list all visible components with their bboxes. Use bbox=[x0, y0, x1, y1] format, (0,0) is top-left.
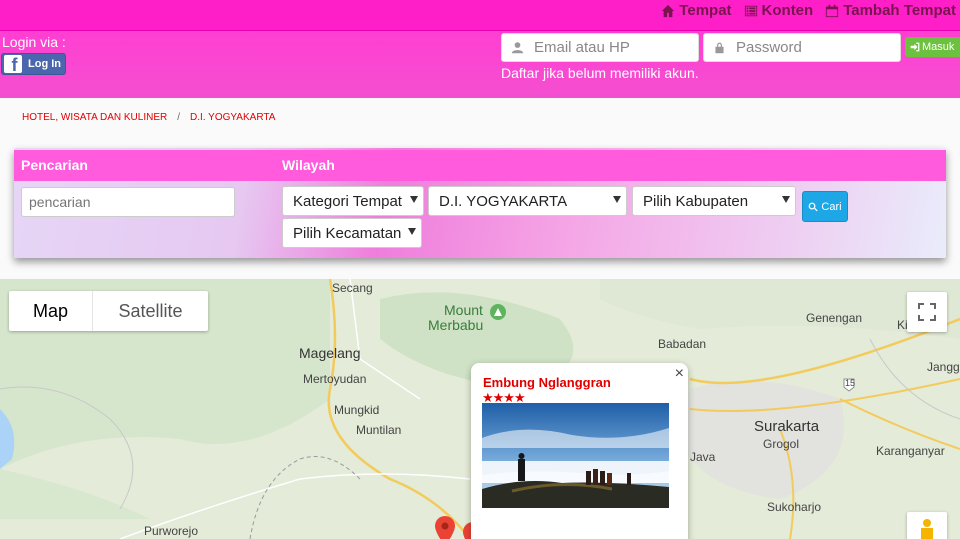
regency-select[interactable]: Pilih Kabupaten bbox=[632, 186, 796, 216]
home-icon bbox=[662, 4, 675, 17]
search-button-label: Cari bbox=[821, 200, 842, 213]
breadcrumb-item-home[interactable]: HOTEL, WISATA DAN KULINER bbox=[22, 112, 167, 123]
map-label-babadan: Babadan bbox=[658, 337, 707, 351]
lock-icon bbox=[715, 42, 724, 54]
user-icon bbox=[511, 42, 524, 54]
nav-konten-label: Konten bbox=[761, 2, 814, 19]
top-navbar: Tempat Konten Tambah Tempat bbox=[0, 0, 960, 31]
map-label-java: Java bbox=[690, 450, 716, 464]
place-photo[interactable] bbox=[482, 403, 669, 508]
dropdown-arrow-icon bbox=[613, 196, 621, 203]
fullscreen-button[interactable] bbox=[907, 292, 947, 332]
search-panel: Pencarian Wilayah Kategori Tempat D.I. Y… bbox=[14, 148, 946, 258]
map-label-magelang: Magelang bbox=[299, 345, 361, 361]
pegman-icon bbox=[921, 519, 933, 539]
map-type-satellite-button[interactable]: Satellite bbox=[93, 291, 208, 331]
register-link[interactable]: Daftar jika belum memiliki akun. bbox=[501, 65, 699, 81]
breadcrumb-separator: / bbox=[177, 112, 180, 123]
map-pin-icon bbox=[435, 516, 455, 539]
login-submit-button[interactable]: Masuk bbox=[905, 37, 960, 57]
map-label-karanganyar: Karanganyar bbox=[876, 444, 945, 458]
top-nav-links: Tempat Konten Tambah Tempat bbox=[661, 2, 956, 19]
search-input[interactable] bbox=[21, 187, 235, 217]
regency-select-value: Pilih Kabupaten bbox=[643, 192, 749, 210]
map-label-mertoyudan: Mertoyudan bbox=[303, 372, 367, 386]
category-select-value: Kategori Tempat bbox=[293, 192, 402, 210]
login-bar: Login via : f Log In Masuk Daftar jika b… bbox=[0, 31, 960, 98]
search-button[interactable]: Cari bbox=[802, 191, 848, 222]
nav-tempat-link[interactable]: Tempat bbox=[661, 2, 732, 19]
calendar-icon bbox=[826, 4, 839, 17]
province-select-value: D.I. YOGYAKARTA bbox=[439, 192, 568, 210]
map-label-surakarta: Surakarta bbox=[754, 418, 820, 435]
password-field[interactable] bbox=[703, 33, 901, 62]
list-icon bbox=[744, 5, 757, 16]
map-type-map-button[interactable]: Map bbox=[9, 291, 93, 331]
email-field[interactable] bbox=[501, 33, 699, 62]
place-info-window: Embung Nglanggran ★★★★ × bbox=[471, 363, 688, 539]
nav-tambah-tempat-link[interactable]: Tambah Tempat bbox=[825, 2, 956, 19]
map-label-merbabu: Merbabu bbox=[428, 317, 484, 333]
search-heading: Pencarian bbox=[21, 157, 88, 173]
map-label-sukoharjo: Sukoharjo bbox=[767, 500, 822, 514]
map-label-secang: Secang bbox=[332, 281, 373, 295]
map-label-muntilan: Muntilan bbox=[356, 423, 402, 437]
map-label-purworejo: Purworejo bbox=[144, 524, 199, 538]
street-view-pegman-button[interactable] bbox=[907, 512, 947, 539]
map-label-grogol: Grogol bbox=[763, 437, 800, 451]
map-marker[interactable] bbox=[434, 516, 456, 539]
map-label-mungkid: Mungkid bbox=[334, 403, 380, 417]
map-view[interactable]: Secang Mount Merbabu Magelang Mertoyudan… bbox=[0, 279, 960, 539]
map-type-control: Map Satellite bbox=[9, 291, 208, 331]
login-submit-label: Masuk bbox=[922, 41, 955, 53]
close-icon[interactable]: × bbox=[675, 365, 684, 383]
fullscreen-icon bbox=[918, 303, 936, 321]
password-input[interactable] bbox=[736, 39, 886, 56]
breadcrumb-item-province[interactable]: D.I. YOGYAKARTA bbox=[190, 112, 275, 123]
map-label-genengan: Genengan bbox=[806, 311, 863, 325]
region-heading: Wilayah bbox=[282, 157, 335, 173]
nav-konten-link[interactable]: Konten bbox=[744, 2, 814, 19]
map-label-jangg: Jangg bbox=[927, 360, 960, 374]
category-select[interactable]: Kategori Tempat bbox=[282, 186, 424, 216]
map-label-mount: Mount bbox=[444, 302, 483, 318]
facebook-login-button[interactable]: f Log In bbox=[1, 53, 66, 75]
district-select-value: Pilih Kecamatan bbox=[293, 224, 402, 242]
breadcrumb: HOTEL, WISATA DAN KULINER / D.I. YOGYAKA… bbox=[22, 112, 275, 123]
sign-in-icon bbox=[910, 42, 920, 52]
facebook-login-label: Log In bbox=[28, 58, 61, 70]
search-icon bbox=[809, 202, 819, 211]
facebook-icon: f bbox=[4, 55, 22, 73]
province-select[interactable]: D.I. YOGYAKARTA bbox=[428, 186, 627, 216]
place-title[interactable]: Embung Nglanggran bbox=[483, 375, 611, 390]
search-panel-header: Pencarian Wilayah bbox=[14, 150, 946, 181]
email-input[interactable] bbox=[534, 39, 684, 56]
map-label-route15: 15 bbox=[845, 378, 856, 388]
dropdown-arrow-icon bbox=[410, 196, 418, 203]
login-via-label: Login via : bbox=[2, 34, 66, 50]
dropdown-arrow-icon bbox=[782, 196, 790, 203]
nav-tempat-label: Tempat bbox=[679, 2, 732, 19]
dropdown-arrow-icon bbox=[408, 228, 416, 235]
district-select[interactable]: Pilih Kecamatan bbox=[282, 218, 422, 248]
nav-tambah-tempat-label: Tambah Tempat bbox=[843, 2, 956, 19]
